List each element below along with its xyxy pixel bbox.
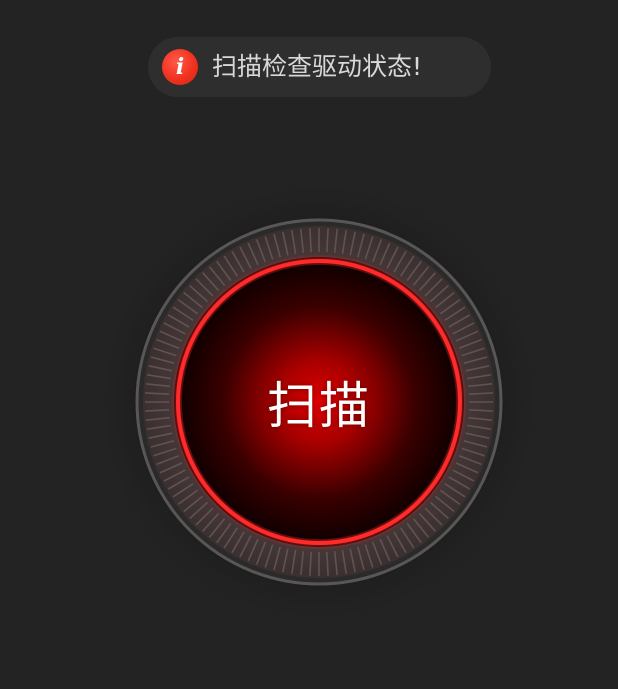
scan-button[interactable]	[179, 262, 459, 542]
scan-screen: i 扫描检查驱动状态! 扫描	[0, 0, 618, 689]
